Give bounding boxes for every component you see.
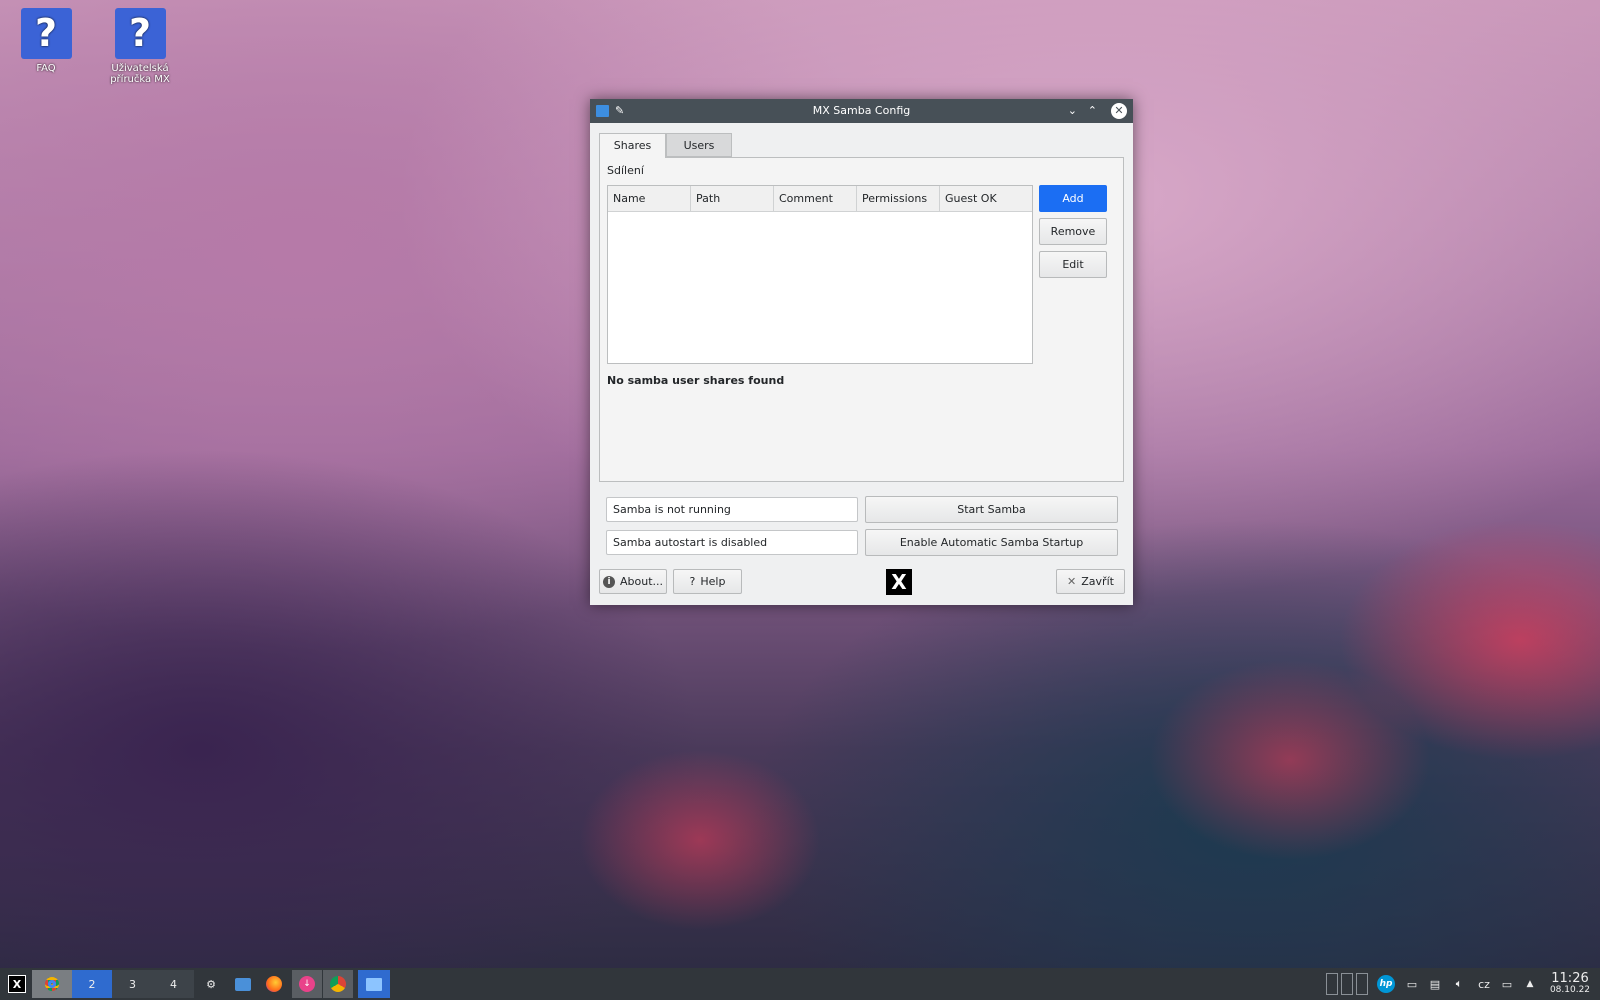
help-label: Help: [700, 575, 726, 588]
close-button[interactable]: ✕ Zavřít: [1056, 569, 1125, 594]
shares-panel: Sdílení Name Path Comment Permissions Gu…: [599, 157, 1124, 482]
clock-time: 11:26: [1551, 970, 1589, 986]
hp-printer-icon[interactable]: hp: [1376, 970, 1396, 998]
shares-table[interactable]: Name Path Comment Permissions Guest OK: [607, 185, 1033, 364]
close-x-icon: ✕: [1067, 575, 1077, 588]
clipboard-icon[interactable]: ▤: [1426, 970, 1444, 998]
close-label: Zavřít: [1081, 575, 1114, 588]
app-icon: [596, 105, 609, 117]
desktop-icon-label: FAQ: [36, 63, 56, 74]
table-header: Name Path Comment Permissions Guest OK: [608, 186, 1032, 212]
about-label: About...: [619, 575, 663, 588]
network-icon[interactable]: ▭: [1498, 970, 1516, 998]
download-icon: ↓: [299, 976, 315, 992]
workspace-3[interactable]: 3: [112, 970, 153, 998]
mx-samba-config-window: ✎ MX Samba Config ⌄ ⌃ ✕ Shares Users Sdí…: [590, 99, 1133, 605]
mx-logo-icon: X: [8, 975, 26, 993]
mx-menu-button[interactable]: X: [4, 970, 30, 998]
help-icon: ?: [114, 8, 166, 59]
tab-users[interactable]: Users: [666, 133, 732, 157]
window-title: MX Samba Config: [812, 104, 911, 117]
task-downloader[interactable]: ↓: [292, 970, 322, 998]
keyboard-layout[interactable]: cz: [1474, 970, 1494, 998]
title-bar[interactable]: ✎ MX Samba Config ⌄ ⌃ ✕: [590, 99, 1133, 123]
edit-button[interactable]: Edit: [1039, 251, 1107, 278]
about-button[interactable]: i About...: [599, 569, 667, 594]
column-permissions[interactable]: Permissions: [857, 186, 940, 212]
column-path[interactable]: Path: [691, 186, 774, 212]
mx-logo: X: [886, 569, 912, 595]
empty-message: No samba user shares found: [607, 374, 785, 387]
help-button[interactable]: ? Help: [673, 569, 742, 594]
question-icon: ?: [689, 575, 696, 588]
samba-running-status: Samba is not running: [606, 497, 858, 522]
column-comment[interactable]: Comment: [774, 186, 857, 212]
column-name[interactable]: Name: [608, 186, 691, 212]
chrome-icon: [330, 976, 346, 992]
clock[interactable]: 11:26 08.10.22: [1542, 970, 1598, 998]
maximize-icon[interactable]: ⌃: [1088, 99, 1097, 123]
tab-shares[interactable]: Shares: [599, 133, 666, 158]
file-manager-launcher-icon[interactable]: [232, 970, 254, 998]
workspace-2[interactable]: 2: [72, 970, 112, 998]
task-mx-samba[interactable]: [358, 970, 390, 998]
minimize-icon[interactable]: ⌄: [1068, 99, 1077, 123]
info-icon: i: [602, 575, 615, 588]
task-chrome-2[interactable]: [323, 970, 353, 998]
pager-mini[interactable]: [1322, 970, 1372, 998]
samba-autostart-status: Samba autostart is disabled: [606, 530, 858, 555]
clock-date: 08.10.22: [1549, 985, 1591, 996]
taskbar: X 2 3 4 ⚙ ↓ hp ▭ ▤ 🔈︎ cz ▭ ▲ 11:26 08.10…: [0, 968, 1600, 1000]
volume-icon[interactable]: 🔈︎: [1450, 970, 1468, 998]
tray-expand-icon[interactable]: ▲: [1522, 970, 1538, 998]
desktop-icon-faq[interactable]: ? FAQ: [6, 8, 86, 74]
start-samba-button[interactable]: Start Samba: [865, 496, 1118, 523]
workspace-4[interactable]: 4: [153, 970, 194, 998]
add-button[interactable]: Add: [1039, 185, 1107, 212]
help-icon: ?: [20, 8, 72, 59]
desktop-icon-manual[interactable]: ? Uživatelská příručka MX: [100, 8, 180, 85]
desktop-icon-label: Uživatelská příručka MX: [110, 63, 170, 85]
pin-icon[interactable]: ✎: [615, 99, 624, 123]
app-icon: [366, 977, 382, 991]
screenshot-icon[interactable]: ▭: [1402, 970, 1422, 998]
section-label: Sdílení: [607, 164, 644, 177]
enable-autostart-button[interactable]: Enable Automatic Samba Startup: [865, 529, 1118, 556]
column-guest-ok[interactable]: Guest OK: [940, 186, 1034, 212]
remove-button[interactable]: Remove: [1039, 218, 1107, 245]
task-chrome[interactable]: [32, 970, 72, 998]
close-icon[interactable]: ✕: [1111, 103, 1127, 119]
settings-launcher-icon[interactable]: ⚙: [200, 970, 222, 998]
chrome-icon: [45, 977, 59, 991]
firefox-launcher-icon[interactable]: [263, 970, 285, 998]
